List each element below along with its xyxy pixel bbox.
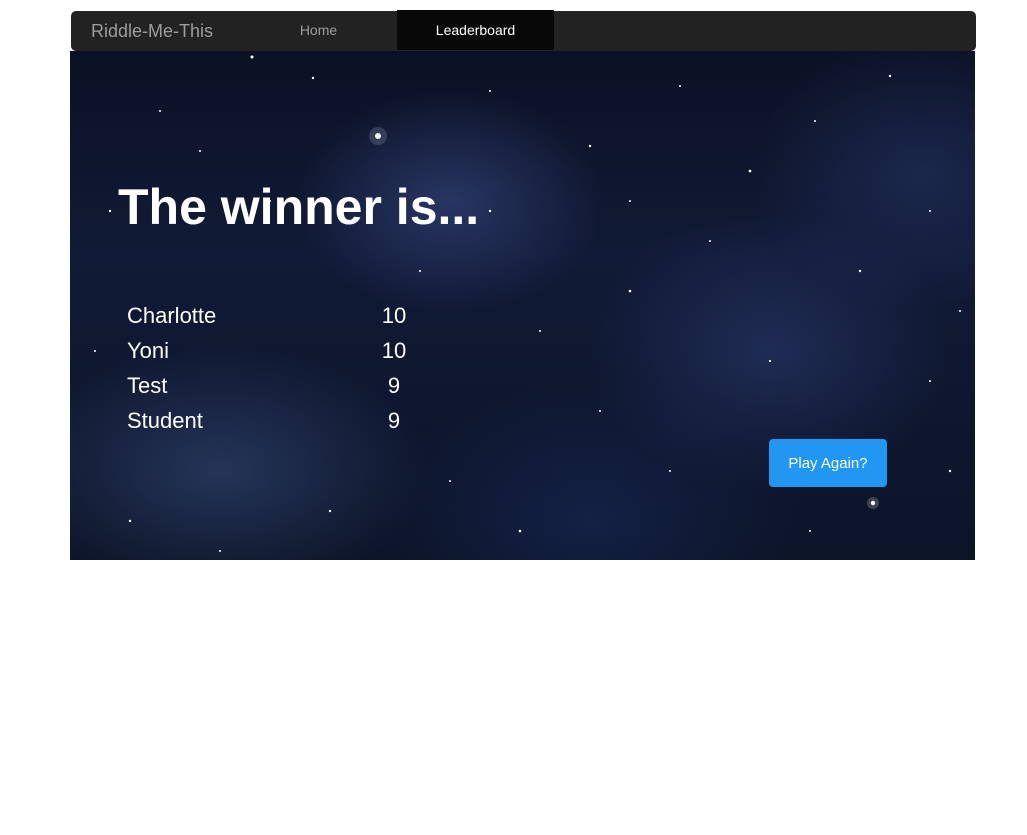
player-name: Yoni [127,338,170,363]
leaderboard-row: Test 9 [127,368,427,403]
nav-home-link[interactable]: Home [261,10,376,50]
player-name: Student [127,408,203,433]
nav-leaderboard-link[interactable]: Leaderboard [397,10,554,50]
player-name: Test [127,373,168,398]
space-banner: The winner is... Charlotte 10 Yoni 10 Te… [70,51,975,560]
player-score: 9 [387,373,401,398]
brand-link[interactable]: Riddle-Me-This [91,11,213,51]
player-score: 10 [381,303,407,328]
player-score: 9 [387,408,401,433]
player-name: Charlotte [127,303,217,328]
player-score: 10 [381,338,407,363]
leaderboard-list: Charlotte 10 Yoni 10 Test 9 Student 9 [127,298,427,438]
winner-headline: The winner is... [118,179,480,235]
navbar: Riddle-Me-This Home Leaderboard [71,10,976,51]
leaderboard-row: Yoni 10 [127,333,427,368]
leaderboard-row: Charlotte 10 [127,298,427,333]
play-again-button[interactable]: Play Again? [769,439,887,487]
leaderboard-row: Student 9 [127,403,427,438]
